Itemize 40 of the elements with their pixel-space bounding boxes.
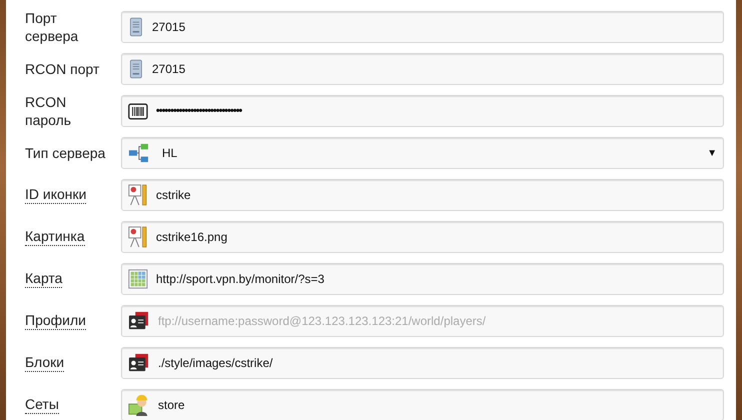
input-field[interactable]: store: [121, 389, 724, 420]
field-label: RCON порт: [25, 60, 100, 78]
field-value: http://sport.vpn.by/monitor/?s=3: [156, 272, 324, 286]
id-card-icon: [128, 353, 150, 373]
select-field[interactable]: HL ▼: [121, 137, 724, 169]
field-label: Порт сервера: [25, 8, 80, 44]
easel-icon: [128, 226, 148, 248]
input-field[interactable]: cstrike: [121, 179, 724, 211]
easel-icon: [128, 184, 148, 206]
field-label: ID иконки: [25, 186, 86, 204]
worker-icon: [128, 394, 150, 416]
input-field[interactable]: 27015: [121, 11, 724, 43]
field-label: Сеты: [25, 396, 59, 414]
input-field[interactable]: 27015: [121, 53, 724, 85]
grid-icon: [128, 269, 148, 289]
field-value: HL: [162, 146, 178, 160]
field-value: ./style/images/cstrike/: [158, 356, 273, 370]
input-field[interactable]: ./style/images/cstrike/: [121, 347, 724, 379]
barcode-icon: [128, 102, 148, 120]
field-value: 27015: [152, 62, 186, 76]
field-label: RCON пароль: [25, 92, 72, 128]
field-placeholder: ftp://username:password@123.123.123.123:21/world/players/: [158, 314, 486, 328]
id-card-icon: [128, 311, 150, 331]
input-field[interactable]: cstrike16.png: [121, 221, 724, 253]
input-field[interactable]: http://sport.vpn.by/monitor/?s=3: [121, 263, 724, 295]
tree-icon: [128, 143, 150, 163]
field-label: Профили: [25, 312, 86, 330]
field-label: Картинка: [25, 228, 85, 246]
field-value: cstrike: [156, 188, 191, 202]
field-value: cstrike16.png: [156, 230, 228, 244]
field-label: Блоки: [25, 354, 64, 372]
field-label: Тип сервера: [25, 144, 106, 162]
input-field[interactable]: ••••••••••••••••••••••••••••••: [121, 95, 724, 127]
server-icon: [128, 16, 144, 38]
field-label: Карта: [25, 270, 62, 288]
field-value: store: [158, 398, 185, 412]
server-icon: [128, 58, 144, 80]
field-value: 27015: [152, 20, 186, 34]
field-value: ••••••••••••••••••••••••••••••: [156, 105, 242, 117]
caret-icon: ▼: [707, 148, 717, 158]
